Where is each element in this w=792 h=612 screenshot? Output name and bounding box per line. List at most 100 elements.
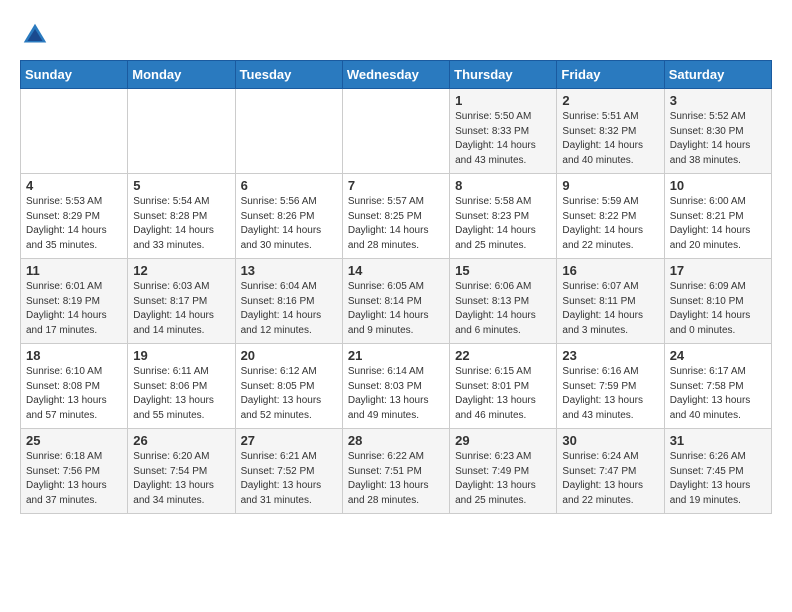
day-info: Sunrise: 5:52 AM Sunset: 8:30 PM Dayligh… [670,110,766,168]
day-info: Sunrise: 5:56 AM Sunset: 8:26 PM Dayligh… [241,195,337,253]
calendar-cell: 19 Sunrise: 6:11 AM Sunset: 8:06 PM Dayli… [128,344,235,429]
calendar-cell: 14Sunrise: 6:05 AM Sunset: 8:14 PM Dayli… [342,259,449,344]
day-info: Sunrise: 6:06 AM Sunset: 8:13 PM Dayligh… [455,280,551,338]
calendar-cell: 31 Sunrise: 6:26 AM Sunset: 7:45 PM Dayli… [664,429,771,514]
day-info: Sunrise: 5:57 AM Sunset: 8:25 PM Dayligh… [348,195,444,253]
calendar-cell: 13 Sunrise: 6:04 AM Sunset: 8:16 PM Dayli… [235,259,342,344]
day-number: 7 [348,178,444,193]
day-info: Sunrise: 6:23 AM Sunset: 7:49 PM Dayligh… [455,450,551,508]
day-info: Sunrise: 5:50 AM Sunset: 8:33 PM Dayligh… [455,110,551,168]
logo-icon [20,20,50,50]
day-info: Sunrise: 5:53 AM Sunset: 8:29 PM Dayligh… [26,195,122,253]
day-number: 10 [670,178,766,193]
day-number: 30 [562,433,658,448]
day-info: Sunrise: 6:21 AM Sunset: 7:52 PM Dayligh… [241,450,337,508]
calendar-cell: 9 Sunrise: 5:59 AM Sunset: 8:22 PM Daylig… [557,174,664,259]
calendar-cell: 5 Sunrise: 5:54 AM Sunset: 8:28 PM Daylig… [128,174,235,259]
day-number: 16 [562,263,658,278]
calendar-week-4: 18Sunrise: 6:10 AM Sunset: 8:08 PM Dayli… [21,344,772,429]
calendar-cell: 27 Sunrise: 6:21 AM Sunset: 7:52 PM Dayli… [235,429,342,514]
day-number: 5 [133,178,229,193]
day-info: Sunrise: 6:26 AM Sunset: 7:45 PM Dayligh… [670,450,766,508]
calendar-cell: 11 Sunrise: 6:01 AM Sunset: 8:19 PM Dayli… [21,259,128,344]
day-number: 31 [670,433,766,448]
day-info: Sunrise: 6:09 AM Sunset: 8:10 PM Dayligh… [670,280,766,338]
calendar-week-2: 4 Sunrise: 5:53 AM Sunset: 8:29 PM Daylig… [21,174,772,259]
day-number: 4 [26,178,122,193]
calendar-cell: 12Sunrise: 6:03 AM Sunset: 8:17 PM Dayli… [128,259,235,344]
day-number: 22 [455,348,551,363]
header-tuesday: Tuesday [235,61,342,89]
day-info: Sunrise: 6:07 AM Sunset: 8:11 PM Dayligh… [562,280,658,338]
day-number: 3 [670,93,766,108]
day-info: Sunrise: 6:00 AM Sunset: 8:21 PM Dayligh… [670,195,766,253]
day-info: Sunrise: 6:10 AM Sunset: 8:08 PM Dayligh… [26,365,122,423]
calendar-table: SundayMondayTuesdayWednesdayThursdayFrid… [20,60,772,514]
day-number: 23 [562,348,658,363]
day-number: 8 [455,178,551,193]
day-info: Sunrise: 6:24 AM Sunset: 7:47 PM Dayligh… [562,450,658,508]
calendar-cell: 22Sunrise: 6:15 AM Sunset: 8:01 PM Dayli… [450,344,557,429]
day-info: Sunrise: 6:05 AM Sunset: 8:14 PM Dayligh… [348,280,444,338]
page-header [20,20,772,50]
calendar-cell: 8 Sunrise: 5:58 AM Sunset: 8:23 PM Daylig… [450,174,557,259]
calendar-cell: 6 Sunrise: 5:56 AM Sunset: 8:26 PM Daylig… [235,174,342,259]
day-info: Sunrise: 6:16 AM Sunset: 7:59 PM Dayligh… [562,365,658,423]
calendar-cell: 23 Sunrise: 6:16 AM Sunset: 7:59 PM Dayli… [557,344,664,429]
calendar-cell: 28Sunrise: 6:22 AM Sunset: 7:51 PM Dayli… [342,429,449,514]
calendar-cell: 26 Sunrise: 6:20 AM Sunset: 7:54 PM Dayli… [128,429,235,514]
day-info: Sunrise: 5:58 AM Sunset: 8:23 PM Dayligh… [455,195,551,253]
calendar-cell: 4 Sunrise: 5:53 AM Sunset: 8:29 PM Daylig… [21,174,128,259]
calendar-cell: 25 Sunrise: 6:18 AM Sunset: 7:56 PM Dayli… [21,429,128,514]
header-sunday: Sunday [21,61,128,89]
day-number: 17 [670,263,766,278]
day-number: 25 [26,433,122,448]
calendar-cell: 24 Sunrise: 6:17 AM Sunset: 7:58 PM Dayli… [664,344,771,429]
day-info: Sunrise: 5:51 AM Sunset: 8:32 PM Dayligh… [562,110,658,168]
day-number: 13 [241,263,337,278]
day-number: 6 [241,178,337,193]
calendar-cell: 16 Sunrise: 6:07 AM Sunset: 8:11 PM Dayli… [557,259,664,344]
day-info: Sunrise: 6:01 AM Sunset: 8:19 PM Dayligh… [26,280,122,338]
header-thursday: Thursday [450,61,557,89]
header-friday: Friday [557,61,664,89]
day-number: 26 [133,433,229,448]
calendar-week-5: 25 Sunrise: 6:18 AM Sunset: 7:56 PM Dayli… [21,429,772,514]
calendar-cell: 1Sunrise: 5:50 AM Sunset: 8:33 PM Daylig… [450,89,557,174]
day-info: Sunrise: 6:04 AM Sunset: 8:16 PM Dayligh… [241,280,337,338]
day-number: 27 [241,433,337,448]
day-info: Sunrise: 5:54 AM Sunset: 8:28 PM Dayligh… [133,195,229,253]
day-info: Sunrise: 6:17 AM Sunset: 7:58 PM Dayligh… [670,365,766,423]
day-info: Sunrise: 5:59 AM Sunset: 8:22 PM Dayligh… [562,195,658,253]
day-number: 9 [562,178,658,193]
day-number: 2 [562,93,658,108]
day-number: 24 [670,348,766,363]
calendar-cell: 15 Sunrise: 6:06 AM Sunset: 8:13 PM Dayli… [450,259,557,344]
calendar-cell: 18Sunrise: 6:10 AM Sunset: 8:08 PM Dayli… [21,344,128,429]
day-info: Sunrise: 6:12 AM Sunset: 8:05 PM Dayligh… [241,365,337,423]
day-number: 15 [455,263,551,278]
calendar-cell: 7 Sunrise: 5:57 AM Sunset: 8:25 PM Daylig… [342,174,449,259]
header-monday: Monday [128,61,235,89]
calendar-cell [21,89,128,174]
day-number: 29 [455,433,551,448]
day-number: 21 [348,348,444,363]
calendar-cell [128,89,235,174]
day-number: 12 [133,263,229,278]
calendar-cell: 30 Sunrise: 6:24 AM Sunset: 7:47 PM Dayli… [557,429,664,514]
calendar-cell: 2 Sunrise: 5:51 AM Sunset: 8:32 PM Daylig… [557,89,664,174]
header-saturday: Saturday [664,61,771,89]
day-number: 20 [241,348,337,363]
day-number: 11 [26,263,122,278]
calendar-cell: 10 Sunrise: 6:00 AM Sunset: 8:21 PM Dayli… [664,174,771,259]
calendar-cell [342,89,449,174]
day-info: Sunrise: 6:18 AM Sunset: 7:56 PM Dayligh… [26,450,122,508]
day-number: 19 [133,348,229,363]
calendar-cell: 20 Sunrise: 6:12 AM Sunset: 8:05 PM Dayli… [235,344,342,429]
day-info: Sunrise: 6:11 AM Sunset: 8:06 PM Dayligh… [133,365,229,423]
header-wednesday: Wednesday [342,61,449,89]
day-info: Sunrise: 6:20 AM Sunset: 7:54 PM Dayligh… [133,450,229,508]
calendar-cell: 21Sunrise: 6:14 AM Sunset: 8:03 PM Dayli… [342,344,449,429]
calendar-header-row: SundayMondayTuesdayWednesdayThursdayFrid… [21,61,772,89]
day-info: Sunrise: 6:22 AM Sunset: 7:51 PM Dayligh… [348,450,444,508]
